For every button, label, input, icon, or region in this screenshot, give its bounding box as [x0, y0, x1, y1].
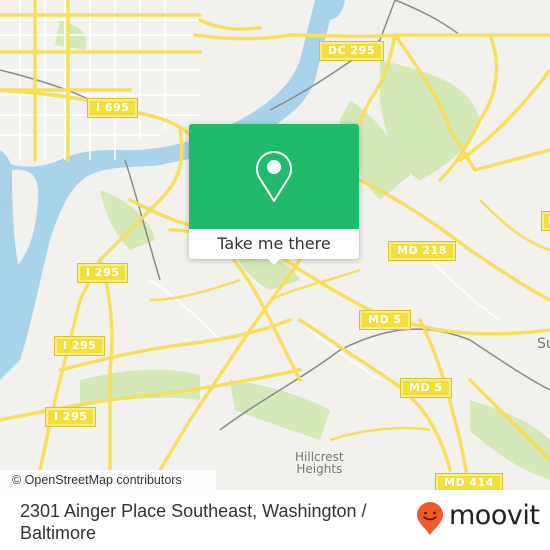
moovit-wordmark: moovit	[449, 500, 540, 531]
footer: 2301 Ainger Place Southeast, Washington …	[0, 490, 550, 550]
place-label-hillcrest-heights: Hillcrest Heights	[295, 451, 344, 475]
route-shield-md-edge: M	[540, 211, 550, 231]
place-label-line: Heights	[296, 462, 343, 476]
address-text: 2301 Ainger Place Southeast, Washington …	[20, 501, 367, 543]
route-shield-i695: I 695	[86, 98, 139, 118]
route-shield-md218: MD 218	[388, 241, 456, 261]
take-me-there-popup[interactable]: Take me there	[189, 124, 359, 265]
route-shield-i295: I 295	[53, 336, 106, 356]
park	[100, 190, 155, 250]
park	[230, 380, 330, 440]
take-me-there-button[interactable]: Take me there	[189, 229, 359, 259]
route-shield-i295: I 295	[76, 263, 129, 283]
park	[470, 400, 550, 480]
map[interactable]: DC 295 I 695 I 295 I 295 I 295 MD 218 MD…	[0, 0, 550, 490]
route-shield-md5: MD 5	[359, 310, 411, 330]
map-pin-icon	[256, 151, 292, 202]
moovit-smiley-pin-icon	[417, 502, 443, 535]
park	[80, 369, 200, 405]
map-attribution[interactable]: © OpenStreetMap contributors	[0, 470, 216, 490]
route-shield-dc295: DC 295	[319, 41, 384, 61]
popup-pointer	[266, 257, 282, 265]
place-label-suitland: Su	[537, 336, 550, 352]
route-shield-md414: MD 414	[435, 473, 503, 490]
route-shield-md5: MD 5	[400, 378, 452, 398]
moovit-logo[interactable]: moovit	[413, 500, 543, 536]
route-shield-i295: I 295	[44, 407, 97, 427]
popup-header[interactable]	[189, 124, 359, 229]
